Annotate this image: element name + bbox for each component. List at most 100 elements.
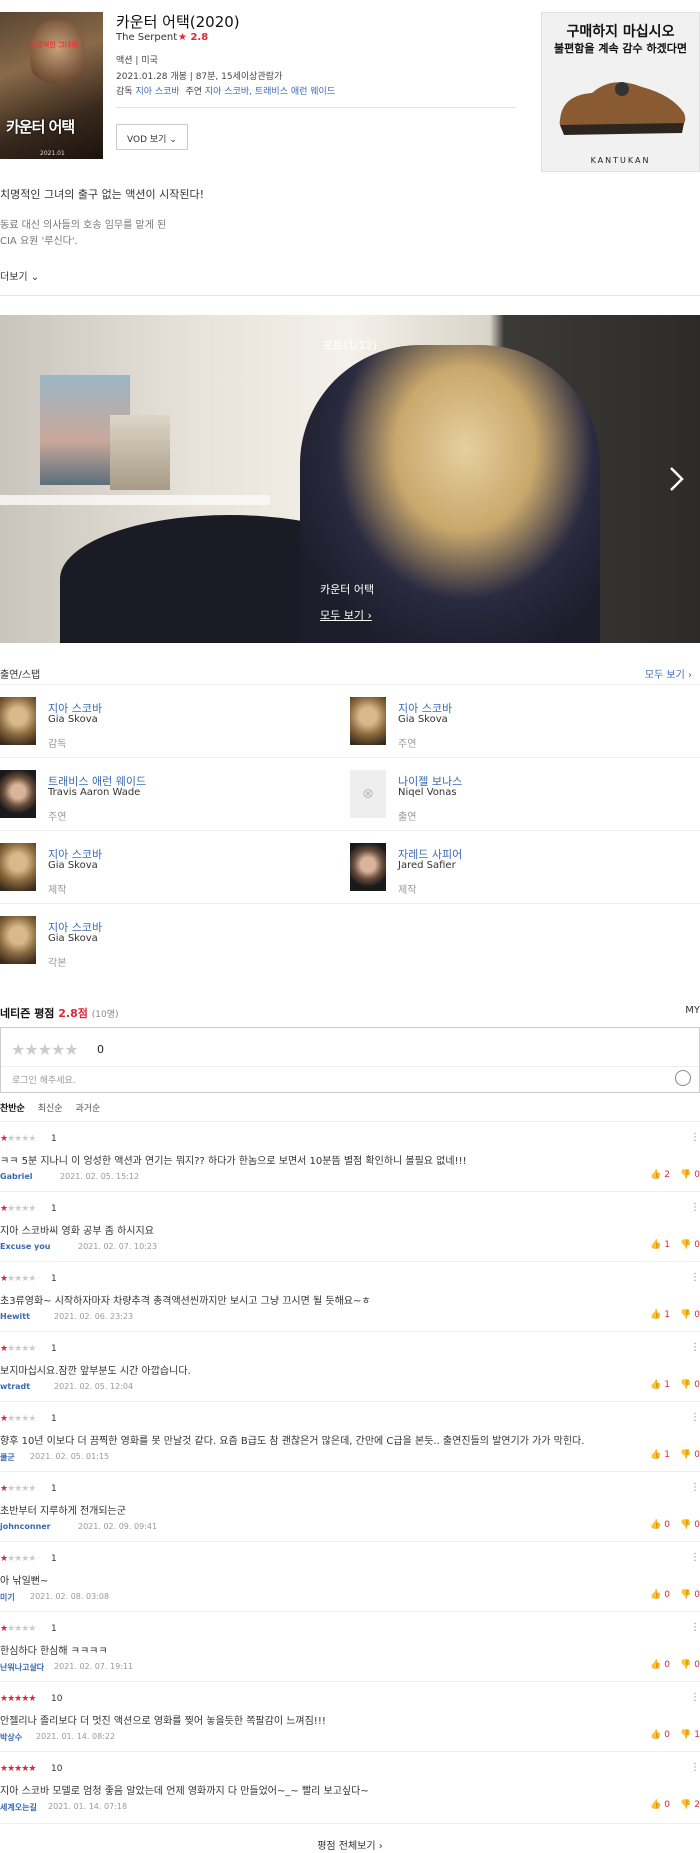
movie-poster[interactable]: 치명적인 그녀의 카운터 어택 2021.01	[0, 12, 103, 159]
review-author[interactable]: 미기	[0, 1592, 15, 1603]
like-button[interactable]: 👍 0	[650, 1520, 670, 1530]
more-button[interactable]: 더보기 ⌄	[0, 268, 39, 283]
avatar[interactable]	[350, 843, 386, 891]
cast-english-name: Gia Skova	[48, 933, 98, 944]
cast-member[interactable]: 지아 스코바 Gia Skova 감독	[0, 685, 350, 758]
cast-member[interactable]: 지아 스코바 Gia Skova 제작	[0, 831, 350, 904]
dislike-button[interactable]: 👎 0	[680, 1310, 700, 1320]
review-author[interactable]: johnconner	[0, 1522, 51, 1531]
cast-member[interactable]: 지아 스코바 Gia Skova 각본	[0, 904, 350, 977]
movie-release: 2021.01.28 개봉 | 87분, 15세이상관람가	[116, 72, 283, 82]
review-date: 2021. 02. 07. 10:23	[78, 1242, 158, 1251]
poster-tagline: 치명적인 그녀의	[30, 41, 78, 49]
my-button[interactable]: MY	[685, 1005, 700, 1016]
photo-view-all[interactable]: 모두 보기 ›	[320, 607, 372, 623]
dislike-button[interactable]: 👎 2	[680, 1800, 700, 1810]
review-text: 보지마십시요.잠깐 앞부분도 시간 아깝습니다.	[0, 1366, 191, 1377]
dislike-button[interactable]: 👎 0	[680, 1660, 700, 1670]
cast-member[interactable]: 자레드 사피어 Jared Safier 제작	[350, 831, 700, 904]
review-count: (10명)	[91, 1010, 119, 1020]
dislike-button[interactable]: 👎 1	[680, 1730, 700, 1740]
emoji-icon[interactable]	[675, 1070, 691, 1086]
cast-role: 감독	[48, 739, 67, 750]
rating-stars-input[interactable]: ★★★★★	[11, 1040, 79, 1059]
chevron-right-icon: ›	[378, 1841, 383, 1852]
review-item: ★★★★★ 1 ⋮ 초반부터 지루하게 전개되는군 johnconner 2021. 02…	[0, 1471, 700, 1541]
cast-member[interactable]: 지아 스코바 Gia Skova 주연	[350, 685, 700, 758]
review-stars: ★★★★★	[0, 1344, 36, 1354]
like-button[interactable]: 👍 1	[650, 1240, 670, 1250]
dislike-button[interactable]: 👎 0	[680, 1450, 700, 1460]
like-button[interactable]: 👍 1	[650, 1380, 670, 1390]
tab-sort[interactable]: 과거순	[75, 1104, 100, 1114]
more-options-icon[interactable]: ⋮	[690, 1132, 700, 1143]
dislike-button[interactable]: 👎 0	[680, 1520, 700, 1530]
photo-gallery[interactable]: 포토(1/12) 카운터 어택 모두 보기 ›	[0, 315, 700, 643]
dislike-button[interactable]: 👎 0	[680, 1170, 700, 1180]
ad-banner[interactable]: 구매하지 마십시오 불편함을 계속 감수 하겠다면 KANTUKAN	[541, 12, 700, 172]
like-button[interactable]: 👍 0	[650, 1730, 670, 1740]
dislike-button[interactable]: 👎 0	[680, 1380, 700, 1390]
cast-english-name: Jared Safier	[398, 860, 456, 871]
tab-sort[interactable]: 찬반순	[0, 1104, 25, 1114]
avatar[interactable]	[0, 843, 36, 891]
like-count: 0	[664, 1590, 670, 1600]
review-title: 네티즌 평점	[0, 1007, 55, 1020]
review-item: ★★★★★ 1 ⋮ 향후 10년 이보다 더 끔찍한 영화를 못 만날것 같다. 요즘…	[0, 1401, 700, 1471]
more-options-icon[interactable]: ⋮	[690, 1482, 700, 1493]
review-stars: ★★★★★	[0, 1764, 36, 1774]
review-author[interactable]: 난워나고살다	[0, 1662, 44, 1673]
vod-button[interactable]: VOD 보기 ⌄	[116, 124, 188, 150]
review-score: 1	[51, 1204, 57, 1214]
cast-link[interactable]: 지아 스코바, 트래비스 애런 웨이드	[205, 87, 335, 97]
cast-member[interactable]: 트래비스 애런 웨이드 Travis Aaron Wade 주연	[0, 758, 350, 831]
cast-view-all[interactable]: 모두 보기 ›	[645, 666, 692, 681]
review-stars: ★★★★★	[0, 1554, 36, 1564]
avatar[interactable]	[0, 770, 36, 818]
like-button[interactable]: 👍 0	[650, 1660, 670, 1670]
avatar[interactable]	[0, 916, 36, 964]
dislike-button[interactable]: 👎 0	[680, 1240, 700, 1250]
like-button[interactable]: 👍 2	[650, 1170, 670, 1180]
reviews-view-all[interactable]: 평점 전체보기 ›	[0, 1823, 700, 1852]
more-options-icon[interactable]: ⋮	[690, 1342, 700, 1353]
thumbs-up-icon: 👍	[650, 1800, 662, 1810]
review-placeholder[interactable]: 로그인 해주세요.	[12, 1073, 76, 1086]
tab-sort[interactable]: 최신순	[38, 1104, 63, 1114]
more-options-icon[interactable]: ⋮	[690, 1202, 700, 1213]
cast-label: 주연	[185, 87, 202, 97]
like-button[interactable]: 👍 1	[650, 1310, 670, 1320]
review-author[interactable]: Gabriel	[0, 1172, 33, 1181]
like-button[interactable]: 👍 0	[650, 1800, 670, 1810]
more-options-icon[interactable]: ⋮	[690, 1692, 700, 1703]
more-options-icon[interactable]: ⋮	[690, 1552, 700, 1563]
chevron-right-icon[interactable]	[666, 465, 686, 493]
review-input-box[interactable]: ★★★★★ 0 로그인 해주세요.	[0, 1027, 700, 1093]
review-author[interactable]: 쿨군	[0, 1452, 15, 1463]
avatar[interactable]	[0, 697, 36, 745]
avatar[interactable]: ⊗	[350, 770, 386, 818]
more-options-icon[interactable]: ⋮	[690, 1412, 700, 1423]
movie-title: 카운터 어택(2020)	[116, 13, 240, 31]
cast-row: 지아 스코바 Gia Skova 감독 지아 스코바 Gia Skova 주연	[0, 684, 700, 757]
review-author[interactable]: Hewitt	[0, 1312, 30, 1321]
director-link[interactable]: 지아 스코바	[135, 87, 179, 97]
more-options-icon[interactable]: ⋮	[690, 1272, 700, 1283]
review-author[interactable]: 세계오는길	[0, 1802, 37, 1813]
review-item: ★★★★★ 1 ⋮ 보지마십시요.잠깐 앞부분도 시간 아깝습니다. wtradt 202…	[0, 1331, 700, 1401]
more-options-icon[interactable]: ⋮	[690, 1762, 700, 1773]
more-options-icon[interactable]: ⋮	[690, 1622, 700, 1633]
avatar[interactable]	[350, 697, 386, 745]
review-author[interactable]: 박상수	[0, 1732, 22, 1743]
thumbs-down-icon: 👎	[680, 1800, 692, 1810]
cast-member[interactable]: ⊗ 나이젤 보나스 Niqel Vonas 출연	[350, 758, 700, 831]
cast-english-name: Gia Skova	[398, 714, 448, 725]
synopsis-line: CIA 요원 '루신다'.	[0, 236, 78, 247]
like-button[interactable]: 👍 0	[650, 1590, 670, 1600]
like-button[interactable]: 👍 1	[650, 1450, 670, 1460]
review-author[interactable]: wtradt	[0, 1382, 30, 1391]
review-stars: ★★★★★	[0, 1624, 36, 1634]
review-author[interactable]: Excuse you	[0, 1242, 50, 1251]
dislike-button[interactable]: 👎 0	[680, 1590, 700, 1600]
review-text: 지아 스코바 모델로 엄청 좋음 알았는데 언제 영화까지 다 만들었어~_~ …	[0, 1786, 369, 1797]
